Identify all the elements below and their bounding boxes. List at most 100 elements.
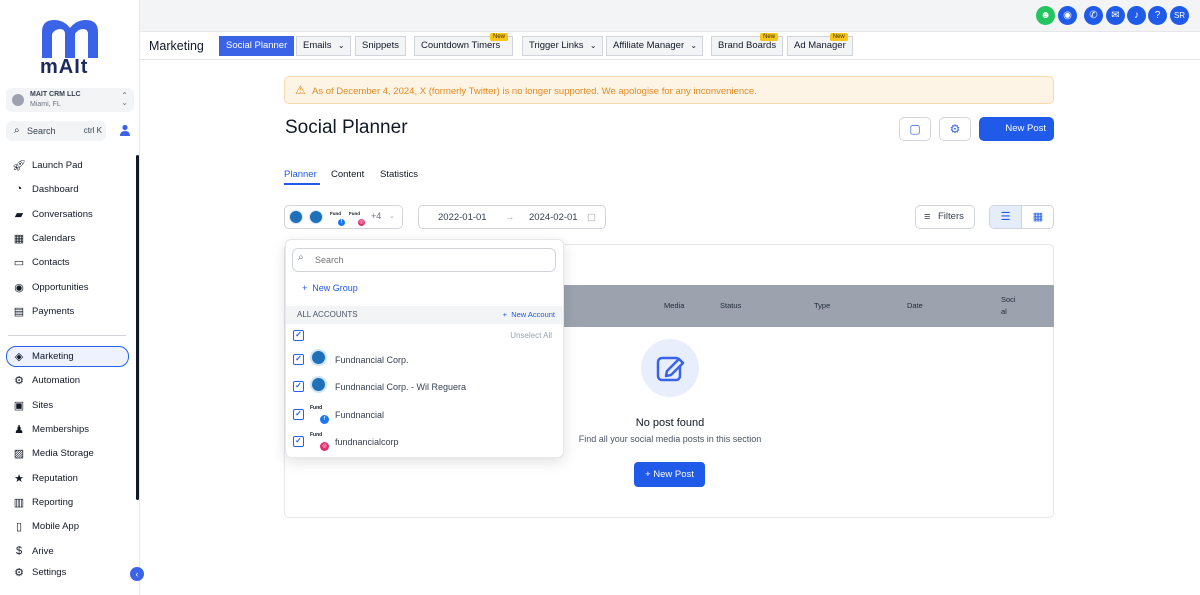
gear-flow-icon: ⚙: [14, 374, 24, 387]
feedback-button[interactable]: ▢: [899, 117, 931, 141]
account-switcher[interactable]: MAIT CRM LLC Miami, FL ⌃ ⌄: [6, 88, 134, 112]
sidebar-item-reputation[interactable]: ★ Reputation: [12, 470, 78, 486]
account-checkbox[interactable]: ✓: [293, 409, 304, 420]
phone-call-icon[interactable]: ✆: [1084, 6, 1103, 25]
sidebar-item-label: Conversations: [32, 208, 93, 220]
account-name: Fundnancial Corp. - Wil Reguera: [335, 382, 467, 392]
account-checkbox[interactable]: ✓: [293, 381, 304, 392]
settings-button[interactable]: ⚙: [939, 117, 971, 141]
collapse-sidebar-button[interactable]: ‹: [130, 567, 144, 581]
empty-state-title: No post found: [635, 417, 705, 429]
user-avatar-icon[interactable]: SR: [1170, 6, 1189, 25]
sidebar-item-reporting[interactable]: ▥ Reporting: [12, 494, 73, 510]
gear-icon: ⚙: [949, 122, 961, 136]
new-badge: New: [829, 33, 848, 41]
sidebar-item-label: Memberships: [32, 423, 90, 435]
sidebar-item-automation[interactable]: ⚙ Automation: [12, 372, 80, 388]
top-bar: ☻ ◉ ✆ ✉ ♪ ? SR: [140, 0, 1200, 32]
date-from: 2022-01-01: [438, 212, 487, 223]
arrow-right-icon: →: [505, 212, 515, 223]
select-all-checkbox[interactable]: ✓: [293, 330, 304, 341]
code-window-icon: ▣: [13, 399, 25, 412]
tab-trigger-links[interactable]: Trigger Links ⌄: [522, 36, 603, 56]
calendar-view-icon[interactable]: ▦: [1022, 206, 1053, 228]
chart-icon: ▥: [13, 496, 25, 509]
account-checkbox[interactable]: ✓: [293, 354, 304, 365]
eye-icon[interactable]: ◉: [1058, 6, 1077, 25]
fund-brand-logo: Fund: [349, 211, 360, 216]
tab-statistics[interactable]: Statistics: [380, 169, 418, 180]
google-business-avatar: [289, 210, 303, 224]
sidebar-item-marketing[interactable]: ◈ Marketing: [12, 348, 74, 364]
sidebar-item-mobile-app[interactable]: ▯ Mobile App: [12, 518, 79, 534]
tab-social-planner[interactable]: Social Planner: [219, 36, 295, 56]
tab-countdown-timers[interactable]: Countdown Timers New: [414, 33, 513, 56]
user-icon[interactable]: [119, 124, 131, 136]
account-checkbox[interactable]: ✓: [293, 436, 304, 447]
sidebar-item-dashboard[interactable]: ◔ Dashboard: [12, 181, 79, 197]
new-post-button[interactable]: New Post: [979, 117, 1054, 141]
sidebar-item-label: Arive: [32, 545, 54, 557]
account-search-input[interactable]: [292, 248, 556, 272]
sidebar-item-conversations[interactable]: ▰ Conversations: [12, 206, 93, 222]
chevron-down-icon: ⌄: [690, 41, 698, 50]
banner-text: As of December 4, 2024, X (formerly Twit…: [312, 86, 757, 97]
sidebar-item-label: Mobile App: [32, 520, 80, 532]
sidebar-item-settings[interactable]: ⚙ Settings: [12, 564, 66, 580]
marketing-subnav: Marketing Social Planner Emails ⌄ Snippet…: [140, 33, 1200, 60]
contact-card-icon: ▭: [13, 256, 25, 269]
sidebar-item-opportunities[interactable]: ◉ Opportunities: [12, 279, 88, 295]
instagram-icon: ◎: [320, 442, 329, 451]
users-icon: ♟: [14, 423, 24, 436]
tab-emails[interactable]: Emails ⌄: [296, 36, 351, 56]
tab-snippets[interactable]: Snippets: [355, 36, 406, 56]
sidebar-item-label: Automation: [32, 374, 81, 386]
section-title: Marketing: [149, 39, 204, 53]
tab-label: Affiliate Manager: [613, 40, 685, 51]
deprecation-banner: ⚠ As of December 4, 2024, X (formerly Tw…: [284, 76, 1054, 104]
date-range-picker[interactable]: 2022-01-01 → 2024-02-01 ▢: [418, 205, 606, 229]
google-business-avatar: [310, 376, 327, 393]
sidebar-item-arive[interactable]: $ Arive: [12, 543, 54, 559]
column-status: Status: [720, 301, 742, 310]
tab-ad-manager[interactable]: Ad Manager New: [787, 33, 853, 56]
sidebar-item-memberships[interactable]: ♟ Memberships: [12, 421, 89, 437]
sidebar-scrollbar[interactable]: [136, 155, 139, 500]
search-shortcut: ctrl K: [83, 126, 102, 135]
search-icon: ⌕: [14, 125, 20, 136]
sidebar-item-sites[interactable]: ▣ Sites: [12, 397, 53, 413]
star-icon: ★: [14, 472, 24, 485]
tab-brand-boards[interactable]: Brand Boards New: [711, 33, 784, 56]
unselect-all-button[interactable]: Unselect All: [510, 331, 552, 340]
tab-affiliate-manager[interactable]: Affiliate Manager ⌄: [606, 36, 704, 56]
filters-button[interactable]: ≡ Filters: [915, 205, 975, 229]
bell-icon[interactable]: ♪: [1127, 6, 1146, 25]
sidebar-search[interactable]: ⌕ Search ctrl K: [6, 121, 106, 141]
sidebar-item-launch-pad[interactable]: 🚀︎ Launch Pad: [12, 157, 83, 173]
tab-planner[interactable]: Planner: [284, 169, 317, 180]
announcement-icon[interactable]: ✉: [1106, 6, 1125, 25]
empty-new-post-button[interactable]: + New Post: [634, 462, 705, 487]
new-group-button[interactable]: + New Group: [302, 283, 358, 293]
help-icon[interactable]: ?: [1148, 6, 1167, 25]
active-tab-indicator: [284, 183, 320, 185]
ai-assistant-icon[interactable]: ☻: [1036, 6, 1055, 25]
image-icon: ▨: [13, 447, 25, 460]
tab-content[interactable]: Content: [331, 169, 364, 180]
sidebar-item-contacts[interactable]: ▭ Contacts: [12, 254, 70, 270]
account-selector[interactable]: Fund f Fund ◎ +4 ⌄: [284, 205, 403, 229]
page-title: Social Planner: [285, 117, 408, 138]
column-social: Soci: [1001, 295, 1016, 304]
sidebar-item-payments[interactable]: ▤ Payments: [12, 303, 74, 319]
list-view-icon[interactable]: ☰: [990, 206, 1022, 228]
new-account-button[interactable]: + New Account: [503, 310, 555, 319]
filter-icon: ≡: [924, 211, 931, 223]
sidebar-item-calendars[interactable]: ▦ Calendars: [12, 230, 76, 246]
all-accounts-label: ALL ACCOUNTS: [297, 310, 358, 319]
tab-label: Countdown Timers: [421, 40, 501, 51]
sidebar-item-media-storage[interactable]: ▨ Media Storage: [12, 445, 94, 461]
tab-label: Brand Boards: [718, 40, 777, 51]
sidebar-item-label: Media Storage: [32, 447, 94, 459]
tab-label: Snippets: [362, 40, 399, 51]
chevron-updown-icon: ⌃ ⌄: [121, 91, 128, 107]
